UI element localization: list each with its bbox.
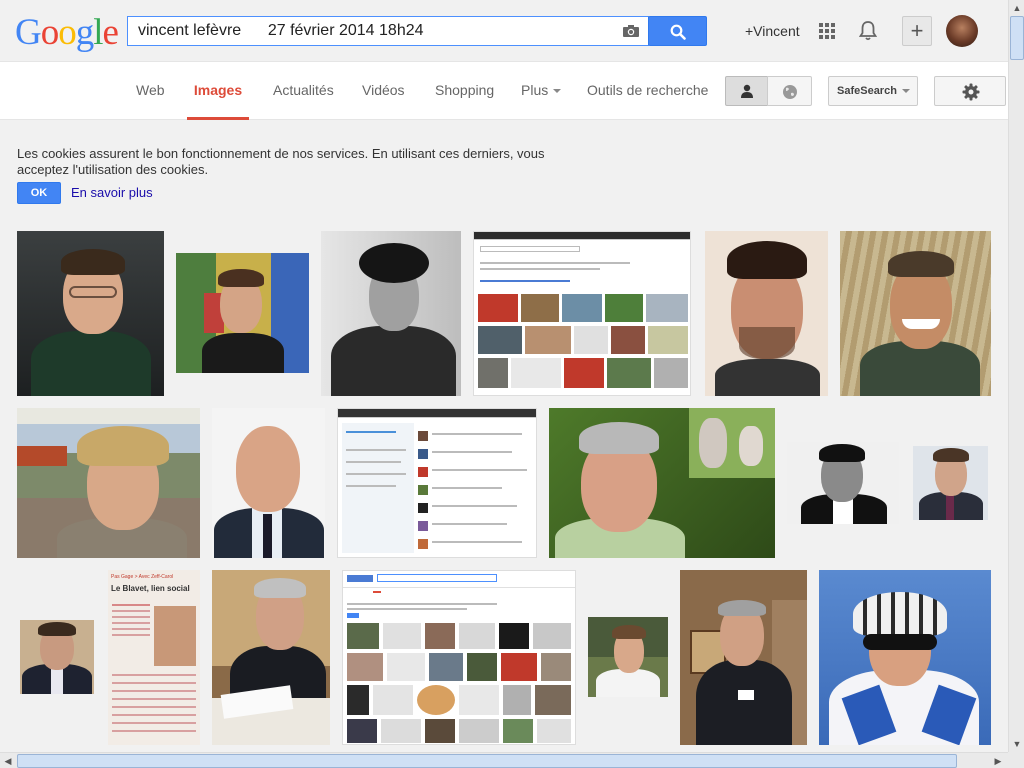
cookie-learn-more-link[interactable]: En savoir plus [71,185,153,200]
image-result[interactable] [176,253,309,373]
scrollbar-corner [1008,752,1024,768]
person-icon [741,84,753,98]
scroll-down-arrow-icon[interactable]: ▼ [1009,736,1024,752]
vertical-scrollbar-thumb[interactable] [1010,16,1024,60]
article-headline: Le Blavet, lien social [111,584,190,593]
scroll-right-arrow-icon[interactable]: ▶ [990,753,1006,768]
vertical-scrollbar[interactable]: ▲ ▼ [1008,0,1024,752]
image-result[interactable] [705,231,828,396]
image-result[interactable] [321,231,461,396]
search-tabs-bar: Web Images Actualités Vidéos Shopping Pl… [0,62,1008,120]
logo-letter: g [75,12,94,53]
image-result[interactable] [840,231,991,396]
horizontal-scrollbar[interactable]: ◀ ▶ [0,752,1008,768]
image-result[interactable] [588,617,668,697]
image-result[interactable] [342,570,576,745]
logo-letter: o [58,12,76,53]
personal-results-button[interactable] [725,76,768,106]
tab-images[interactable]: Images [187,62,249,120]
cookie-notice: Les cookies assurent le bon fonctionneme… [17,146,545,177]
avatar[interactable] [946,15,978,47]
safesearch-dropdown[interactable]: SafeSearch [828,76,918,106]
image-result[interactable] [212,570,330,745]
logo-letter: e [102,12,119,53]
chevron-down-icon [553,89,562,94]
image-result[interactable] [337,408,537,558]
chevron-down-icon [901,89,910,94]
search-button[interactable] [648,16,707,46]
image-result[interactable] [819,570,991,745]
tab-news[interactable]: Actualités [273,62,334,120]
logo-letter: l [93,12,103,53]
logo-letter: o [40,12,59,53]
image-result[interactable] [212,408,325,558]
magnifier-icon [670,24,686,40]
safesearch-label: SafeSearch [837,85,897,97]
image-result[interactable] [17,408,200,558]
image-result[interactable] [20,620,94,694]
tab-videos[interactable]: Vidéos [362,62,405,120]
tab-more-label: Plus [521,82,549,98]
image-result[interactable] [787,442,899,524]
camera-icon[interactable] [622,24,640,38]
bell-icon[interactable] [859,21,877,41]
tab-more[interactable]: Plus [521,62,562,120]
horizontal-scrollbar-thumb[interactable] [17,754,957,768]
tab-shopping[interactable]: Shopping [435,62,494,120]
google-logo[interactable]: Google [15,12,119,53]
global-results-button[interactable] [767,76,812,106]
search-box [127,16,649,46]
image-result[interactable]: Pas Gage > Avec Zeff-Carol Le Blavet, li… [108,570,200,745]
apps-grid-icon[interactable] [819,23,835,39]
logo-letter: G [15,12,42,53]
article-kicker: Pas Gage > Avec Zeff-Carol [111,574,174,580]
plus-icon: + [910,18,924,43]
scroll-up-arrow-icon[interactable]: ▲ [1009,0,1024,16]
globe-icon [783,85,797,99]
image-result[interactable] [549,408,775,558]
image-result[interactable] [680,570,807,745]
image-result[interactable] [473,231,691,396]
cookie-ok-button[interactable]: OK [17,182,61,204]
image-result[interactable] [913,446,988,520]
settings-button[interactable] [934,76,1006,106]
image-result[interactable] [17,231,164,396]
search-tools-tab[interactable]: Outils de recherche [587,62,708,120]
top-bar: Google +Vincent + [0,0,1008,62]
search-input[interactable] [128,17,608,45]
scroll-left-arrow-icon[interactable]: ◀ [0,753,16,768]
gear-icon [962,83,980,101]
share-button[interactable]: + [902,16,932,46]
profile-link[interactable]: +Vincent [745,23,800,39]
tab-web[interactable]: Web [136,62,165,120]
